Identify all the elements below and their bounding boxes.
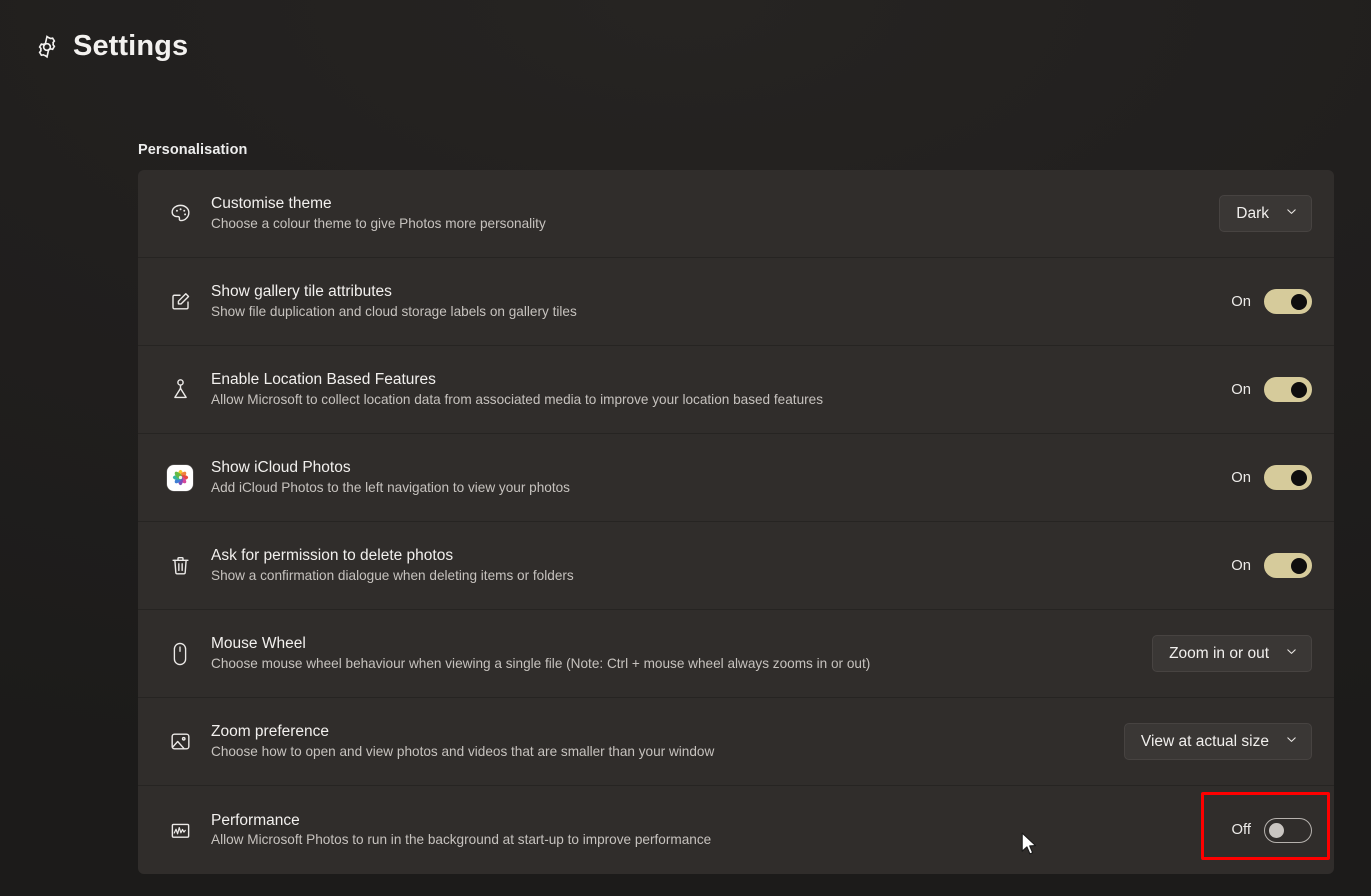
chevron-down-icon bbox=[1285, 733, 1298, 751]
setting-subtitle: Allow Microsoft to collect location data… bbox=[211, 391, 824, 407]
setting-control: Dark bbox=[1201, 195, 1312, 232]
icloud-photos-toggle[interactable] bbox=[1264, 465, 1312, 490]
toggle-state-label: Off bbox=[1231, 822, 1251, 838]
settings-page: Settings Personalisation Customise theme bbox=[0, 0, 1371, 896]
setting-subtitle: Allow Microsoft Photos to run in the bac… bbox=[211, 832, 712, 848]
setting-row-enable-location-based-features[interactable]: Enable Location Based Features Allow Mic… bbox=[138, 346, 1334, 434]
setting-control: On bbox=[1211, 377, 1312, 402]
toggle-knob bbox=[1291, 557, 1307, 574]
page-title: Settings bbox=[73, 30, 189, 62]
setting-row-show-gallery-tile-attributes[interactable]: Show gallery tile attributes Show file d… bbox=[138, 258, 1334, 346]
setting-control: On bbox=[1211, 553, 1312, 578]
page-header: Settings bbox=[34, 32, 188, 61]
setting-row-text: Zoom preference Choose how to open and v… bbox=[202, 722, 1106, 760]
toggle-knob bbox=[1269, 822, 1284, 838]
mouse-icon bbox=[158, 640, 202, 668]
toggle-state-label: On bbox=[1231, 293, 1251, 310]
edit-gallery-tile-icon bbox=[158, 289, 202, 314]
toggle-knob bbox=[1291, 381, 1307, 398]
setting-control: Off bbox=[1211, 817, 1312, 843]
theme-dropdown[interactable]: Dark bbox=[1219, 195, 1312, 232]
chevron-down-icon bbox=[1285, 645, 1298, 663]
toggle-knob bbox=[1291, 469, 1307, 486]
setting-title: Customise theme bbox=[211, 195, 332, 213]
setting-row-text: Ask for permission to delete photos Show… bbox=[202, 546, 1211, 584]
setting-row-performance[interactable]: Performance Allow Microsoft Photos to ru… bbox=[138, 786, 1334, 874]
setting-row-mouse-wheel[interactable]: Mouse Wheel Choose mouse wheel behaviour… bbox=[138, 610, 1334, 698]
setting-title: Performance bbox=[211, 811, 300, 829]
setting-row-show-icloud-photos[interactable]: Show iCloud Photos Add iCloud Photos to … bbox=[138, 434, 1334, 522]
toggle-state-label: On bbox=[1231, 469, 1251, 486]
setting-subtitle: Show file duplication and cloud storage … bbox=[211, 303, 577, 319]
setting-subtitle: Choose a colour theme to give Photos mor… bbox=[211, 215, 546, 231]
setting-row-text: Show gallery tile attributes Show file d… bbox=[202, 282, 1211, 320]
setting-subtitle: Show a confirmation dialogue when deleti… bbox=[211, 567, 574, 583]
setting-title: Ask for permission to delete photos bbox=[211, 547, 454, 565]
setting-row-text: Enable Location Based Features Allow Mic… bbox=[202, 370, 1211, 408]
icloud-photos-badge bbox=[167, 464, 193, 491]
trash-icon bbox=[158, 553, 202, 579]
mouse-wheel-dropdown-value: Zoom in or out bbox=[1169, 644, 1269, 662]
setting-row-zoom-preference[interactable]: Zoom preference Choose how to open and v… bbox=[138, 698, 1334, 786]
zoom-preference-dropdown[interactable]: View at actual size bbox=[1123, 723, 1312, 760]
ask-permission-delete-toggle[interactable] bbox=[1264, 553, 1312, 578]
icloud-photos-icon bbox=[158, 464, 202, 491]
setting-control: On bbox=[1211, 465, 1312, 490]
setting-row-text: Mouse Wheel Choose mouse wheel behaviour… bbox=[202, 634, 1134, 672]
setting-row-text: Show iCloud Photos Add iCloud Photos to … bbox=[202, 458, 1211, 496]
image-icon bbox=[158, 729, 202, 754]
setting-subtitle: Choose mouse wheel behaviour when viewin… bbox=[211, 655, 871, 671]
setting-title: Mouse Wheel bbox=[211, 635, 306, 653]
setting-row-ask-permission-delete-photos[interactable]: Ask for permission to delete photos Show… bbox=[138, 522, 1334, 610]
setting-row-text: Customise theme Choose a colour theme to… bbox=[202, 194, 1201, 232]
toggle-knob bbox=[1291, 293, 1307, 310]
setting-control: On bbox=[1211, 289, 1312, 314]
location-based-features-toggle[interactable] bbox=[1264, 377, 1312, 402]
setting-subtitle: Choose how to open and view photos and v… bbox=[211, 743, 715, 759]
performance-chart-icon bbox=[158, 818, 202, 843]
location-pin-icon bbox=[158, 376, 202, 403]
zoom-preference-dropdown-value: View at actual size bbox=[1140, 732, 1269, 750]
chevron-down-icon bbox=[1285, 205, 1298, 223]
gear-icon bbox=[34, 34, 60, 60]
setting-row-customise-theme[interactable]: Customise theme Choose a colour theme to… bbox=[138, 170, 1334, 258]
settings-content: Personalisation Customise theme Choose a… bbox=[138, 142, 1334, 874]
theme-dropdown-value: Dark bbox=[1236, 204, 1269, 222]
setting-title: Show gallery tile attributes bbox=[211, 283, 392, 301]
performance-toggle[interactable] bbox=[1264, 817, 1312, 843]
mouse-wheel-dropdown[interactable]: Zoom in or out bbox=[1152, 635, 1312, 672]
palette-icon bbox=[158, 201, 202, 226]
toggle-state-label: On bbox=[1231, 557, 1251, 574]
mouse-cursor bbox=[1021, 832, 1038, 862]
setting-control: Zoom in or out bbox=[1134, 635, 1312, 672]
setting-row-text: Performance Allow Microsoft Photos to ru… bbox=[202, 811, 1211, 849]
section-heading: Personalisation bbox=[138, 142, 248, 158]
setting-subtitle: Add iCloud Photos to the left navigation… bbox=[211, 479, 570, 495]
setting-title: Enable Location Based Features bbox=[211, 371, 436, 389]
gallery-tile-attributes-toggle[interactable] bbox=[1264, 289, 1312, 314]
setting-title: Zoom preference bbox=[211, 723, 330, 741]
settings-rows: Customise theme Choose a colour theme to… bbox=[138, 170, 1334, 874]
setting-title: Show iCloud Photos bbox=[211, 459, 351, 477]
setting-control: View at actual size bbox=[1106, 723, 1312, 760]
toggle-state-label: On bbox=[1231, 381, 1251, 398]
